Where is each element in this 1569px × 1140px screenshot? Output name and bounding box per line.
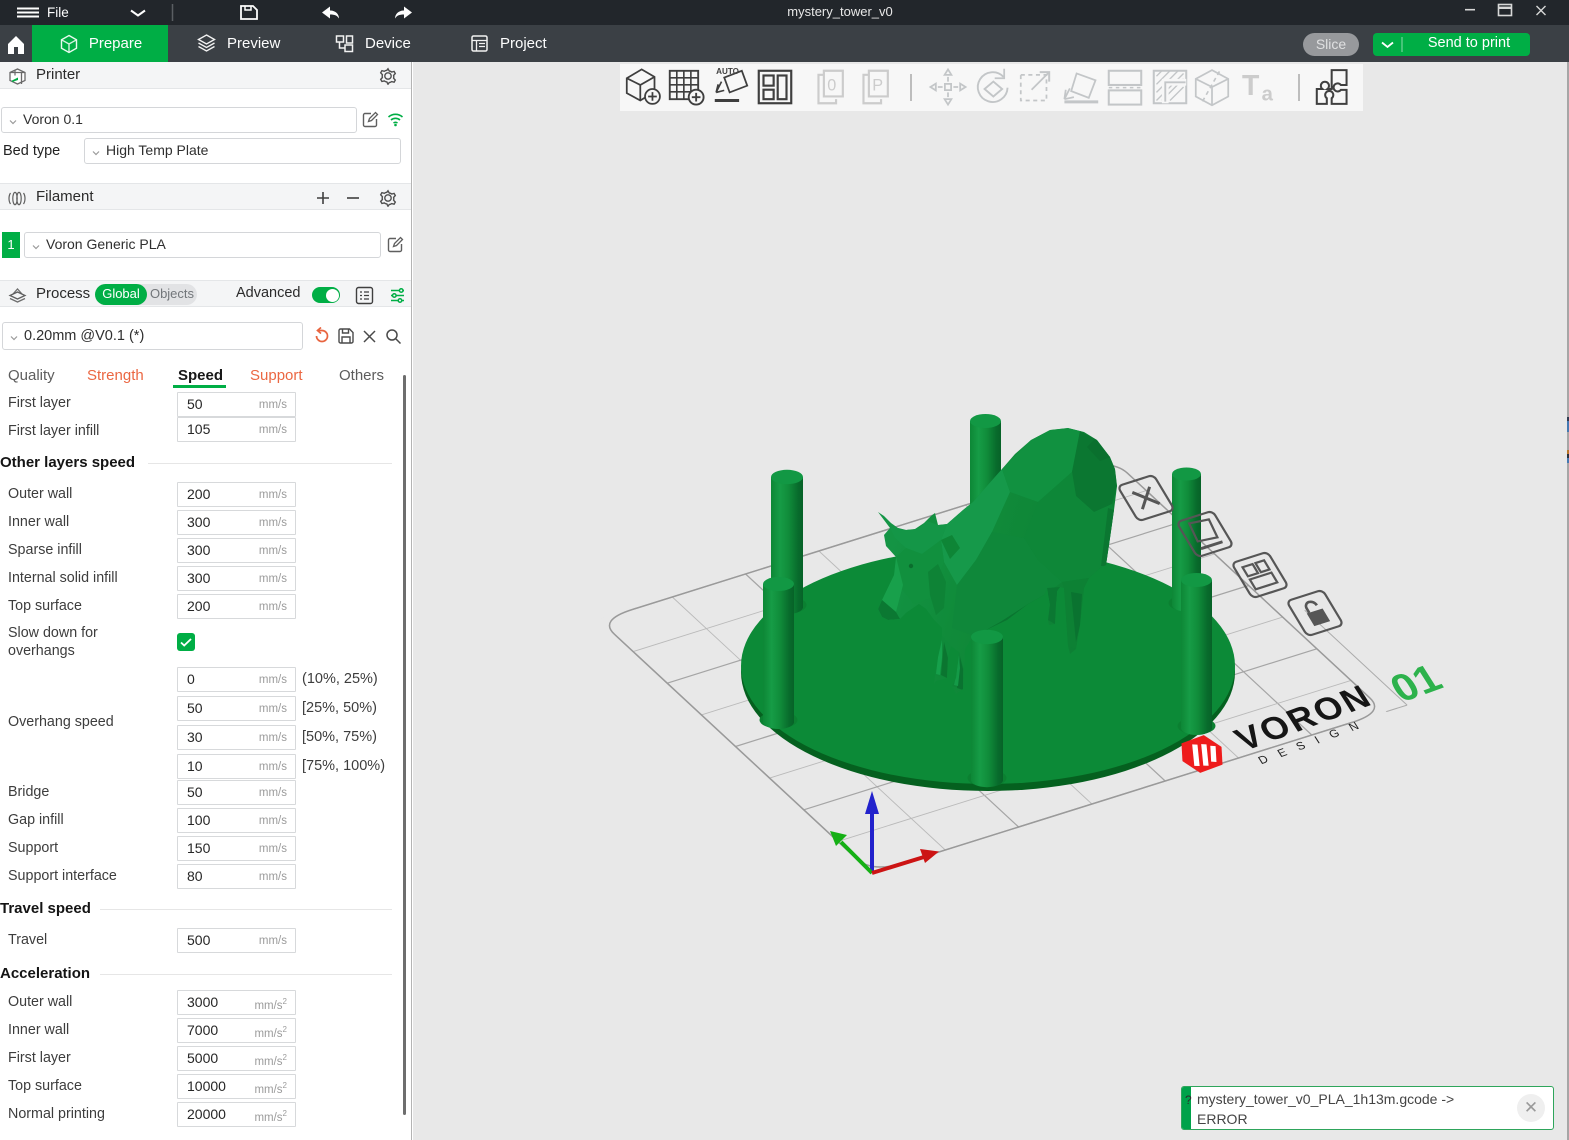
svg-text:01: 01 — [1382, 656, 1450, 710]
svg-text:File: File — [47, 5, 69, 20]
